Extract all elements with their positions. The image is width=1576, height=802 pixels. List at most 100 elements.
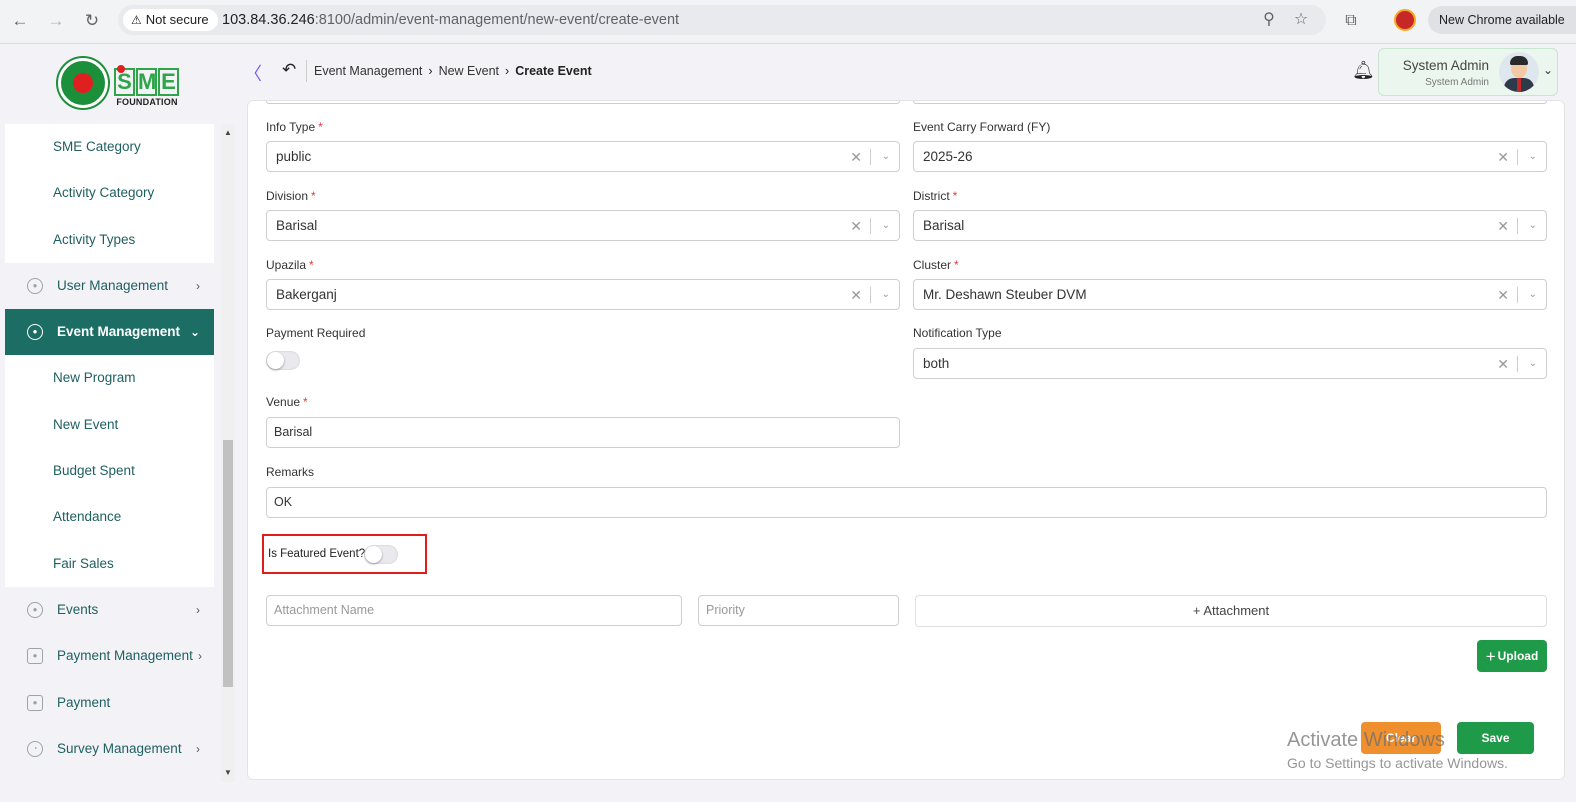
sidebar-item-activity-types[interactable]: Activity Types: [5, 217, 214, 263]
chevron-down-icon[interactable]: ⌄: [882, 280, 890, 309]
field-above-right[interactable]: [913, 101, 1547, 104]
priority-input[interactable]: Priority: [698, 595, 899, 626]
close-icon[interactable]: ✕: [1497, 142, 1509, 172]
undo-back-icon[interactable]: ↶: [282, 60, 296, 80]
top-header: 〈 ↶ Event Management › New Event › Create Ev…: [238, 44, 1576, 100]
scroll-up-icon[interactable]: ▲: [221, 128, 235, 137]
close-icon[interactable]: ✕: [850, 211, 862, 241]
browser-toolbar: ← → ↻ ⚠ Not secure 103.84.36.246:8100/adm…: [0, 0, 1576, 44]
sidebar-menu: SME Category Activity Category Activity …: [5, 124, 214, 782]
field-above-left[interactable]: [266, 101, 900, 104]
breadcrumb-create-event: Create Event: [515, 64, 592, 78]
chevron-down-icon[interactable]: ⌄: [1529, 142, 1537, 171]
bangladesh-emblem-logo: [58, 58, 108, 108]
shield-icon: ●: [27, 277, 43, 294]
cluster-select[interactable]: Mr. Deshawn Steuber DVM ✕ ⌄: [913, 279, 1547, 310]
sidebar: S M E FOUNDATION SME Category Activity C…: [0, 44, 238, 802]
carry-forward-label: Event Carry Forward (FY): [913, 120, 1051, 134]
chevron-right-icon: ›: [196, 278, 200, 293]
carry-forward-select[interactable]: 2025-26 ✕ ⌄: [913, 141, 1547, 172]
district-select[interactable]: Barisal ✕ ⌄: [913, 210, 1547, 241]
upload-button[interactable]: + Upload: [1477, 640, 1547, 672]
sidebar-item-user-management[interactable]: ● User Management ›: [5, 263, 214, 309]
division-select[interactable]: Barisal ✕ ⌄: [266, 210, 900, 241]
security-chip[interactable]: ⚠ Not secure: [123, 9, 218, 31]
scroll-down-icon[interactable]: ▼: [221, 768, 235, 777]
breadcrumb-new-event[interactable]: New Event: [439, 64, 499, 78]
sidebar-item-new-program[interactable]: New Program: [5, 355, 214, 401]
district-label: District *: [913, 189, 958, 203]
user-menu[interactable]: System Admin System Admin ⌄: [1378, 48, 1558, 96]
clear-button[interactable]: Clear: [1361, 722, 1441, 754]
sidebar-item-new-event[interactable]: New Event: [5, 402, 214, 448]
chevron-down-icon[interactable]: ⌄: [1543, 63, 1553, 77]
info-type-select[interactable]: public ✕ ⌄: [266, 141, 900, 172]
sidebar-item-events[interactable]: ● Events ›: [5, 587, 214, 633]
payment-required-toggle[interactable]: [266, 351, 300, 370]
remarks-label: Remarks: [266, 465, 315, 479]
bell-icon[interactable]: 🔔︎: [1352, 60, 1375, 81]
close-icon[interactable]: ✕: [850, 142, 862, 172]
url-text[interactable]: 103.84.36.246:8100/admin/event-managemen…: [222, 5, 679, 35]
info-type-label: Info Type *: [266, 120, 323, 134]
chevron-down-icon[interactable]: ⌄: [1529, 349, 1537, 378]
close-icon[interactable]: ✕: [1497, 280, 1509, 310]
sidebar-item-sme-category[interactable]: SME Category: [5, 124, 214, 170]
zoom-icon[interactable]: ⚲: [1259, 10, 1279, 30]
notification-type-label: Notification Type: [913, 326, 1002, 340]
close-icon[interactable]: ✕: [1497, 349, 1509, 379]
chrome-update-button[interactable]: New Chrome available: [1428, 6, 1576, 34]
featured-event-toggle[interactable]: [364, 545, 398, 564]
sidebar-item-event-management[interactable]: ● Event Management ⌄: [5, 309, 214, 356]
pie-chart-icon: ◔: [27, 740, 43, 757]
extensions-icon[interactable]: ⧉: [1340, 10, 1362, 32]
venue-input[interactable]: Barisal: [266, 417, 900, 448]
chevron-down-icon[interactable]: ⌄: [1529, 280, 1537, 309]
upazila-select[interactable]: Bakerganj ✕ ⌄: [266, 279, 900, 310]
forward-icon[interactable]: →: [45, 10, 67, 32]
event-submenu: New Program New Event Budget Spent Atten…: [5, 355, 214, 587]
chevron-right-icon: ›: [198, 649, 202, 664]
user-name: System Admin: [1402, 58, 1489, 73]
sidebar-item-survey-management[interactable]: ◔ Survey Management ›: [5, 726, 214, 772]
back-icon[interactable]: ←: [9, 10, 31, 32]
profile-icon[interactable]: [1394, 9, 1416, 31]
remarks-input[interactable]: OK: [266, 487, 1547, 518]
money-icon: ●: [27, 648, 43, 665]
notification-type-select[interactable]: both ✕ ⌄: [913, 348, 1547, 379]
sidebar-item-payment[interactable]: ● Payment: [5, 680, 214, 726]
plus-icon: +: [1485, 647, 1496, 666]
sidebar-scrollbar-thumb[interactable]: [223, 440, 233, 687]
add-attachment-button[interactable]: + Attachment: [915, 595, 1547, 627]
chevron-right-icon: ›: [196, 602, 200, 617]
chevron-down-icon[interactable]: ⌄: [882, 211, 890, 240]
sidebar-item-budget-spent[interactable]: Budget Spent: [5, 448, 214, 494]
address-bar[interactable]: ⚠ Not secure 103.84.36.246:8100/admin/eve…: [118, 5, 1326, 35]
payment-required-label: Payment Required: [266, 326, 366, 340]
reload-icon[interactable]: ↻: [81, 10, 103, 32]
warning-icon: ⚠: [131, 13, 142, 27]
chevron-down-icon[interactable]: ⌄: [1529, 211, 1537, 240]
avatar: [1499, 52, 1539, 92]
chevron-down-icon: ⌄: [189, 325, 200, 340]
collapse-sidebar-icon[interactable]: 〈: [244, 60, 262, 86]
breadcrumb-event-management[interactable]: Event Management: [314, 64, 422, 78]
featured-event-highlight: Is Featured Event?: [262, 534, 427, 574]
sidebar-item-payment-management[interactable]: ● Payment Management ›: [5, 633, 214, 679]
chevron-down-icon[interactable]: ⌄: [882, 142, 890, 171]
attachment-name-input[interactable]: Attachment Name: [266, 595, 682, 626]
chevron-right-icon: ›: [428, 64, 433, 78]
sidebar-item-activity-category[interactable]: Activity Category: [5, 170, 214, 216]
upazila-label: Upazila *: [266, 258, 314, 272]
sidebar-item-attendance[interactable]: Attendance: [5, 494, 214, 540]
save-button[interactable]: Save: [1457, 722, 1534, 754]
cluster-label: Cluster *: [913, 258, 959, 272]
featured-event-label: Is Featured Event?: [268, 548, 366, 560]
close-icon[interactable]: ✕: [1497, 211, 1509, 241]
user-role: System Admin: [1425, 77, 1489, 88]
venue-label: Venue *: [266, 395, 308, 409]
bookmark-star-icon[interactable]: ☆: [1291, 10, 1311, 30]
sidebar-item-fair-sales[interactable]: Fair Sales: [5, 541, 214, 587]
close-icon[interactable]: ✕: [850, 280, 862, 310]
sme-foundation-logo[interactable]: S M E FOUNDATION: [114, 62, 180, 110]
